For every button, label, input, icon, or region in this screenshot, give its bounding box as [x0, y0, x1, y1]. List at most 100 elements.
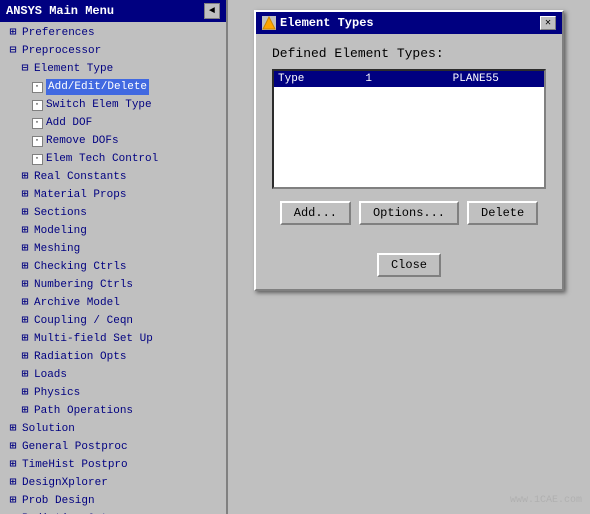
menu-label-real-constants: Real Constants [34, 169, 126, 185]
menu-item-physics[interactable]: ⊞Physics [0, 384, 226, 402]
menu-item-coupling-ceqn[interactable]: ⊞Coupling / Ceqn [0, 312, 226, 330]
menu-item-solution[interactable]: ⊞Solution [0, 420, 226, 438]
menu-icon-general-postproc: ⊞ [6, 440, 20, 454]
menu-item-checking-ctrls[interactable]: ⊞Checking Ctrls [0, 258, 226, 276]
menu-label-meshing: Meshing [34, 241, 80, 257]
list-item[interactable]: Type 1 PLANE55 [274, 71, 544, 87]
menu-icon-loads: ⊞ [18, 368, 32, 382]
menu-item-material-props[interactable]: ⊞Material Props [0, 186, 226, 204]
list-col-type: Type [278, 73, 365, 85]
menu-icon-box-add-dof: ▪ [32, 118, 43, 129]
left-panel: ANSYS Main Menu ◄ ⊞Preferences⊟Preproces… [0, 0, 228, 514]
menu-label-coupling-ceqn: Coupling / Ceqn [34, 313, 133, 329]
menu-icon-solution: ⊞ [6, 422, 20, 436]
menu-label-loads: Loads [34, 367, 67, 383]
menu-item-element-type[interactable]: ⊟Element Type [0, 60, 226, 78]
menu-icon-box-remove-dofs: ▪ [32, 136, 43, 147]
dialog-content: Defined Element Types: Type 1 PLANE55 Ad… [256, 34, 562, 245]
menu-item-general-postproc[interactable]: ⊞General Postproc [0, 438, 226, 456]
menu-item-switch-elem-type[interactable]: ▪Switch Elem Type [0, 96, 226, 114]
menu-item-loads[interactable]: ⊞Loads [0, 366, 226, 384]
menu-label-numbering-ctrls: Numbering Ctrls [34, 277, 133, 293]
menu-item-radiation-opt2[interactable]: ⊞Radiation Opt... [0, 510, 226, 514]
menu-label-physics: Physics [34, 385, 80, 401]
menu-label-remove-dofs: Remove DOFs [46, 133, 119, 149]
menu-icon-box-switch-elem-type: ▪ [32, 100, 43, 111]
menu-label-prob-design: Prob Design [22, 493, 95, 509]
menu-icon-elem-tech-control: ▪ [30, 152, 44, 166]
menu-label-switch-elem-type: Switch Elem Type [46, 97, 152, 113]
element-types-listbox[interactable]: Type 1 PLANE55 [272, 69, 546, 189]
menu-icon-element-type: ⊟ [18, 62, 32, 76]
menu-label-preferences: Preferences [22, 25, 95, 41]
menu-item-meshing[interactable]: ⊞Meshing [0, 240, 226, 258]
menu-label-modeling: Modeling [34, 223, 87, 239]
menu-icon-preprocessor: ⊟ [6, 44, 20, 58]
menu-icon-multi-field-set-up: ⊞ [18, 332, 32, 346]
menu-icon-meshing: ⊞ [18, 242, 32, 256]
menu-icon-material-props: ⊞ [18, 188, 32, 202]
menu-label-add-dof: Add DOF [46, 115, 92, 131]
dialog-app-icon [262, 16, 276, 30]
dialog-action-buttons: Add... Options... Delete [272, 201, 546, 233]
menu-item-designxplorer[interactable]: ⊞DesignXplorer [0, 474, 226, 492]
options-button[interactable]: Options... [359, 201, 459, 225]
menu-icon-remove-dofs: ▪ [30, 134, 44, 148]
menu-item-numbering-ctrls[interactable]: ⊞Numbering Ctrls [0, 276, 226, 294]
menu-label-radiation-opts: Radiation Opts [34, 349, 126, 365]
menu-item-preferences[interactable]: ⊞Preferences [0, 24, 226, 42]
menu-item-elem-tech-control[interactable]: ▪Elem Tech Control [0, 150, 226, 168]
menu-item-sections[interactable]: ⊞Sections [0, 204, 226, 222]
add-button[interactable]: Add... [280, 201, 351, 225]
right-panel: Element Types ✕ Defined Element Types: T… [228, 0, 590, 514]
watermark-area: www.1CAE.com [228, 291, 590, 514]
menu-item-preprocessor[interactable]: ⊟Preprocessor [0, 42, 226, 60]
list-col-name: PLANE55 [453, 73, 540, 85]
menu-icon-preferences: ⊞ [6, 26, 20, 40]
menu-icon-timehist-postpro: ⊞ [6, 458, 20, 472]
dialog-close-button[interactable]: ✕ [540, 16, 556, 30]
menu-label-add-edit-delete: Add/Edit/Delete [46, 79, 149, 95]
menu-item-add-edit-delete[interactable]: ▪Add/Edit/Delete [0, 78, 226, 96]
menu-item-prob-design[interactable]: ⊞Prob Design [0, 492, 226, 510]
menu-icon-add-edit-delete: ▪ [30, 80, 44, 94]
menu-item-archive-model[interactable]: ⊞Archive Model [0, 294, 226, 312]
menu-label-sections: Sections [34, 205, 87, 221]
menu-icon-box-add-edit-delete: ▪ [32, 82, 43, 93]
close-button[interactable]: Close [377, 253, 441, 277]
menu-icon-designxplorer: ⊞ [6, 476, 20, 490]
menu-item-path-operations[interactable]: ⊞Path Operations [0, 402, 226, 420]
menu-label-timehist-postpro: TimeHist Postpro [22, 457, 128, 473]
menu-label-checking-ctrls: Checking Ctrls [34, 259, 126, 275]
list-col-num: 1 [365, 73, 452, 85]
delete-button[interactable]: Delete [467, 201, 538, 225]
collapse-icon[interactable]: ◄ [204, 3, 220, 19]
menu-label-multi-field-set-up: Multi-field Set Up [34, 331, 153, 347]
element-types-dialog: Element Types ✕ Defined Element Types: T… [254, 10, 564, 291]
left-panel-title: ANSYS Main Menu [6, 4, 114, 18]
dialog-title-text: Element Types [280, 16, 374, 30]
menu-icon-switch-elem-type: ▪ [30, 98, 44, 112]
menu-label-archive-model: Archive Model [34, 295, 120, 311]
menu-item-modeling[interactable]: ⊞Modeling [0, 222, 226, 240]
menu-icon-coupling-ceqn: ⊞ [18, 314, 32, 328]
menu-label-general-postproc: General Postproc [22, 439, 128, 455]
menu-item-real-constants[interactable]: ⊞Real Constants [0, 168, 226, 186]
menu-item-radiation-opts[interactable]: ⊞Radiation Opts [0, 348, 226, 366]
dialog-close-row: Close [256, 253, 562, 277]
menu-item-multi-field-set-up[interactable]: ⊞Multi-field Set Up [0, 330, 226, 348]
menu-label-elem-tech-control: Elem Tech Control [46, 151, 158, 167]
dialog-title-bar: Element Types ✕ [256, 12, 562, 34]
menu-icon-modeling: ⊞ [18, 224, 32, 238]
menu-label-preprocessor: Preprocessor [22, 43, 101, 59]
menu-item-add-dof[interactable]: ▪Add DOF [0, 114, 226, 132]
dialog-title-left: Element Types [262, 16, 374, 30]
watermark-text: www.1CAE.com [510, 495, 582, 506]
menu-label-solution: Solution [22, 421, 75, 437]
left-title-bar: ANSYS Main Menu ◄ [0, 0, 226, 22]
menu-icon-prob-design: ⊞ [6, 494, 20, 508]
menu-item-remove-dofs[interactable]: ▪Remove DOFs [0, 132, 226, 150]
menu-icon-physics: ⊞ [18, 386, 32, 400]
menu-item-timehist-postpro[interactable]: ⊞TimeHist Postpro [0, 456, 226, 474]
menu-label-path-operations: Path Operations [34, 403, 133, 419]
